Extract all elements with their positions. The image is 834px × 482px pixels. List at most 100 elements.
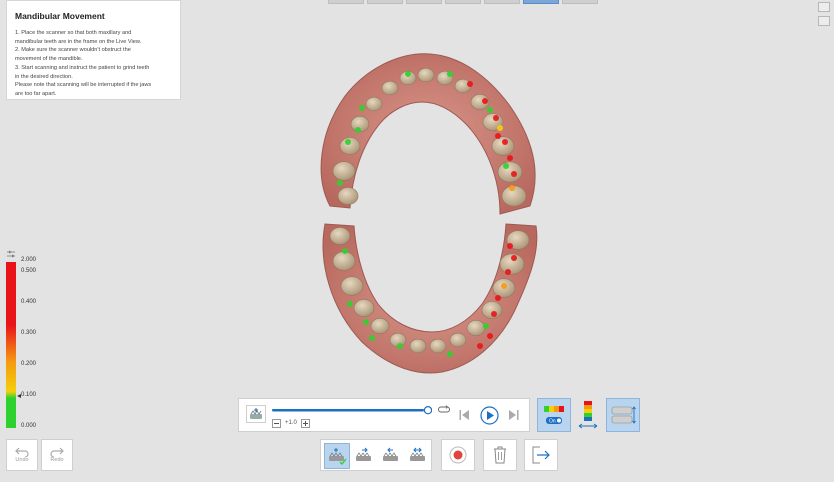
record-icon (449, 446, 467, 464)
instruction-title: Mandibular Movement (15, 11, 105, 21)
loop-icon[interactable] (438, 405, 450, 414)
playback-panel: +1.0 (238, 398, 530, 432)
tooth (337, 187, 359, 205)
contact-point (501, 283, 507, 289)
instruction-line: movement of the mandible. (15, 56, 83, 63)
contact-point (507, 155, 513, 161)
jaw-protrusion-icon (356, 447, 371, 461)
instruction-line: Please note that scanning will be interr… (15, 82, 152, 89)
jaw-scan-model[interactable] (300, 46, 550, 382)
contact-point (397, 343, 403, 349)
tooth (381, 80, 399, 96)
exit-button[interactable] (524, 439, 558, 471)
contact-point (337, 180, 343, 186)
contact-point (493, 115, 499, 121)
redo-button[interactable]: Redo (41, 439, 73, 471)
contact-point (482, 98, 488, 104)
speed-value: +1.0 (285, 420, 297, 426)
contact-point (363, 319, 369, 325)
record-button[interactable] (441, 439, 475, 471)
mode-open-close-button[interactable] (324, 443, 350, 469)
instruction-line: 3. Start scanning and instruct the patie… (15, 64, 150, 71)
top-tab[interactable] (445, 0, 481, 4)
instruction-panel: Mandibular Movement 1. Place the scanner… (6, 0, 181, 100)
contact-point (447, 71, 453, 77)
settings-icon[interactable] (818, 16, 830, 26)
undo-button[interactable]: Undo (6, 439, 38, 471)
skip-previous-icon[interactable] (459, 409, 470, 421)
play-icon[interactable] (480, 406, 499, 425)
mode-protrusion-button[interactable] (351, 443, 377, 469)
contact-point (502, 139, 508, 145)
scale-label: 0.300 (21, 330, 37, 336)
color-map-icon: On (544, 406, 564, 425)
contact-point (483, 323, 489, 329)
scale-settings-icon[interactable] (6, 250, 16, 258)
contact-map-toggle-button[interactable]: On (537, 398, 571, 432)
redo-icon (50, 447, 64, 457)
mode-left-lateral-button[interactable] (378, 443, 404, 469)
corner-tools (818, 0, 830, 30)
mode-lateral-both-button[interactable] (405, 443, 431, 469)
add-frame-button[interactable] (246, 405, 266, 423)
tooth (332, 251, 356, 271)
instruction-line: in the desired direction. (15, 73, 73, 80)
contact-point (507, 243, 513, 249)
contact-point (359, 105, 365, 111)
jaw-add-icon (250, 408, 262, 419)
movement-mode-group (320, 439, 432, 471)
jaw-left-icon (383, 447, 398, 461)
contact-point (487, 107, 493, 113)
jaw-view-button[interactable] (606, 398, 640, 432)
contact-point (497, 125, 503, 131)
jaw-lateral-icon (410, 447, 425, 461)
tooth (417, 67, 435, 83)
scale-label: 0.400 (21, 299, 37, 305)
tooth (370, 318, 390, 334)
undo-label: Undo (15, 457, 29, 463)
tooth (497, 161, 523, 183)
contact-point (467, 81, 473, 87)
contact-point (509, 185, 515, 191)
delete-button[interactable] (483, 439, 517, 471)
skip-next-icon[interactable] (508, 409, 519, 421)
slider-thumb[interactable] (423, 406, 432, 415)
contact-point (495, 295, 501, 301)
lower-arch (322, 223, 538, 374)
contact-point (505, 269, 511, 275)
tooth (429, 338, 447, 354)
scale-adjust-icon (578, 401, 598, 429)
scale-adjust-button[interactable] (572, 398, 604, 432)
minus-icon[interactable] (272, 419, 281, 428)
trash-icon (494, 446, 506, 464)
scale-label: 2.000 (21, 257, 37, 263)
top-tab[interactable] (328, 0, 364, 4)
window-icon[interactable] (818, 2, 830, 12)
instruction-line: mandibular teeth are in the frame on the… (15, 38, 142, 45)
contact-point (355, 127, 361, 133)
scale-marker-icon (17, 394, 21, 398)
contact-point (405, 71, 411, 77)
scale-label: 0.500 (21, 268, 37, 274)
contact-point (345, 139, 351, 145)
instruction-line: are too far apart. (15, 90, 57, 97)
contact-point (477, 343, 483, 349)
plus-icon[interactable] (301, 419, 310, 428)
top-tab[interactable] (484, 0, 520, 4)
on-badge: On (549, 419, 556, 425)
top-tab[interactable] (523, 0, 559, 4)
contact-point (347, 301, 353, 307)
tooth (491, 136, 515, 156)
contact-point (447, 351, 453, 357)
timeline-slider[interactable] (272, 405, 432, 415)
tooth (449, 332, 467, 348)
top-tab[interactable] (562, 0, 598, 4)
scale-label: 0.000 (21, 423, 37, 429)
exit-icon (532, 446, 550, 464)
redo-label: Redo (50, 457, 64, 463)
stage-tabs (328, 0, 598, 4)
top-tab[interactable] (406, 0, 442, 4)
top-tab[interactable] (367, 0, 403, 4)
distance-scale: 2.000 0.500 0.400 0.300 0.200 0.100 0.00… (6, 250, 66, 435)
undo-icon (15, 447, 29, 457)
